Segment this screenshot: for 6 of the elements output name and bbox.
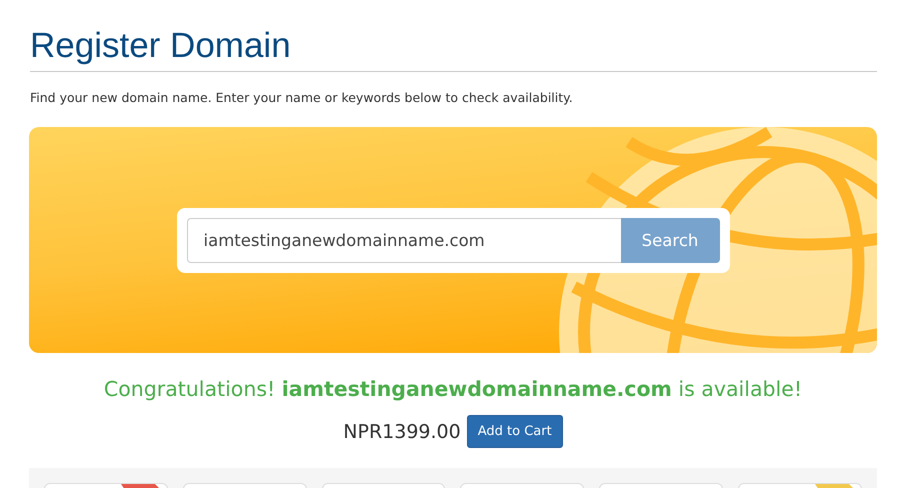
availability-message: Congratulations! iamtestinganewdomainname.com is available! [102, 376, 804, 403]
page-title: Register Domain [30, 26, 292, 66]
domain-input-field[interactable]: iamtestinganewdomainname.com [186, 218, 620, 262]
intro-text: Find your new domain name. Enter your name or keywords below to check availability. [30, 89, 574, 107]
domain-price: NPR1399.00 [343, 420, 461, 442]
add-to-cart-button[interactable]: Add to Cart [466, 415, 563, 448]
